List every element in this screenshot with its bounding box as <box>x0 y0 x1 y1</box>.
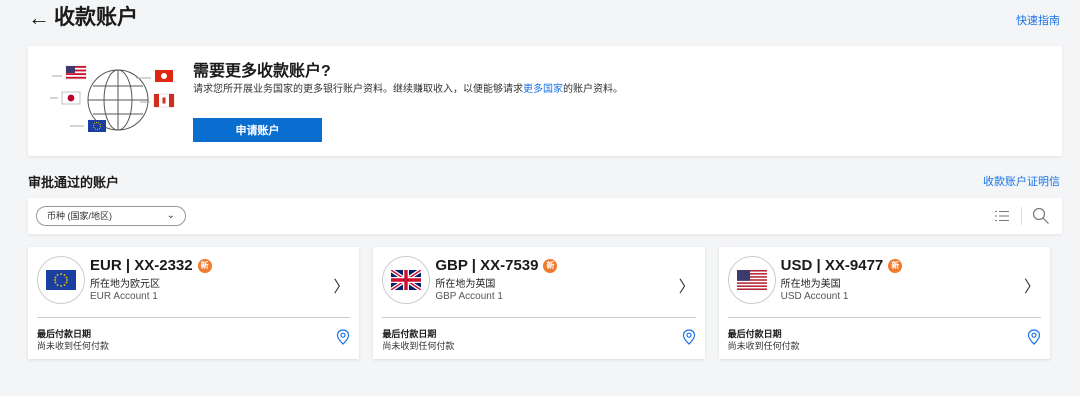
card-divider <box>727 317 1041 318</box>
filter-bar: 币种 (国家/地区) ⌄ <box>28 198 1062 234</box>
chevron-right-icon[interactable]: 〉 <box>1024 273 1040 297</box>
search-icon[interactable] <box>1030 205 1052 227</box>
currency-country-select[interactable]: 币种 (国家/地区) ⌄ <box>36 206 186 226</box>
uk-flag-icon <box>382 256 431 304</box>
last-payment-value: 尚未收到任何付款 <box>37 341 110 351</box>
list-icon[interactable] <box>991 205 1013 227</box>
chevron-right-icon[interactable]: 〉 <box>679 273 695 297</box>
us-flag-icon <box>727 256 776 304</box>
new-badge: 新 <box>543 259 558 273</box>
account-location: 所在地为美国 <box>780 279 841 290</box>
account-title: USD | XX-9477 新 <box>781 257 903 275</box>
location-pin-icon[interactable] <box>1027 329 1041 345</box>
back-arrow-icon[interactable]: ← <box>28 6 50 30</box>
new-badge: 新 <box>197 259 212 273</box>
location-pin-icon[interactable] <box>336 329 350 345</box>
account-currency: GBP <box>435 257 468 274</box>
more-countries-link[interactable]: 更多国家 <box>523 84 563 95</box>
account-currency: EUR <box>90 257 122 274</box>
account-location: 所在地为英国 <box>435 279 496 290</box>
promo-description: 请求您所开展业务国家的更多银行账户资料。继续赚取收入，以便能够请求更多国家的账户… <box>193 83 623 97</box>
promo-desc-text-2: 的账户资料。 <box>563 84 623 95</box>
account-currency: USD <box>780 257 813 274</box>
promo-title: 需要更多收款账户? <box>193 63 331 80</box>
card-divider <box>37 317 351 318</box>
toolbar-divider <box>1021 207 1022 225</box>
account-cards: EUR | XX-2332 新 所在地为欧元区 EUR Account 1 〉 最… <box>28 247 1050 359</box>
account-card-eur[interactable]: EUR | XX-2332 新 所在地为欧元区 EUR Account 1 〉 最… <box>28 247 360 359</box>
chevron-down-icon: ⌄ <box>166 210 175 221</box>
account-card-gbp[interactable]: GBP | XX-7539 新 所在地为英国 GBP Account 1 〉 最后… <box>373 247 705 359</box>
page-header: ← 收款账户 快速指南 <box>28 6 1060 34</box>
account-name: EUR Account 1 <box>90 291 158 302</box>
last-payment-value: 尚未收到任何付款 <box>382 341 455 351</box>
account-name: GBP Account 1 <box>435 291 503 302</box>
location-pin-icon[interactable] <box>682 329 696 345</box>
eu-flag-icon <box>37 256 85 304</box>
currency-select-label: 币种 (国家/地区) <box>47 211 112 221</box>
page-title: 收款账户 <box>54 6 138 29</box>
apply-account-button[interactable]: 申请账户 <box>193 118 322 142</box>
more-accounts-banner: 需要更多收款账户? 请求您所开展业务国家的更多银行账户资料。继续赚取收入，以便能… <box>28 46 1062 156</box>
toolbar-icons <box>991 205 1052 227</box>
account-certificate-link[interactable]: 收款账户证明信 <box>983 173 1060 189</box>
account-number: XX-9477 <box>824 257 884 274</box>
account-title: EUR | XX-2332 新 <box>90 257 212 275</box>
account-name: USD Account 1 <box>780 291 849 302</box>
promo-desc-text-1: 请求您所开展业务国家的更多银行账户资料。继续赚取收入，以便能够请求 <box>193 84 523 95</box>
account-card-usd[interactable]: USD | XX-9477 新 所在地为美国 USD Account 1 〉 最后… <box>718 247 1050 359</box>
account-number: XX-7539 <box>480 257 539 274</box>
globe-with-flags-illustration <box>50 65 175 132</box>
quick-guide-link[interactable]: 快速指南 <box>1016 12 1060 28</box>
last-payment-value: 尚未收到任何付款 <box>727 341 800 351</box>
account-location: 所在地为欧元区 <box>90 279 160 290</box>
card-divider <box>382 317 696 318</box>
new-badge: 新 <box>888 259 903 273</box>
approved-accounts-title: 审批通过的账户 <box>28 175 120 190</box>
chevron-right-icon[interactable]: 〉 <box>333 273 349 297</box>
account-number: XX-2332 <box>134 257 193 274</box>
account-title: GBP | XX-7539 新 <box>435 257 558 275</box>
